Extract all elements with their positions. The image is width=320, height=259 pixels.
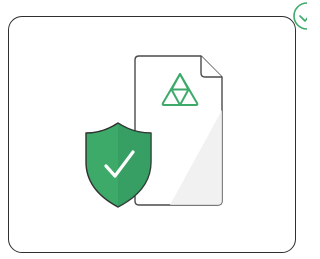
- circle-check-icon: [293, 2, 307, 30]
- illustration-artwork: [85, 2, 307, 208]
- verification-illustration: [0, 0, 307, 259]
